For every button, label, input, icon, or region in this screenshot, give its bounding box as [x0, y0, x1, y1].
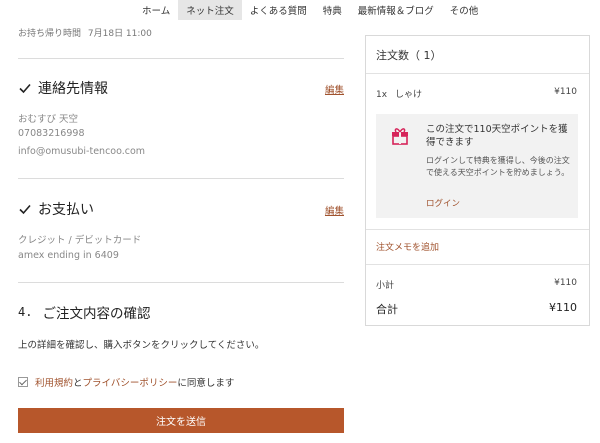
contact-title: 連絡先情報 — [38, 81, 108, 97]
contact-edit-link[interactable]: 編集 — [325, 82, 344, 96]
nav-item-perks[interactable]: 特典 — [315, 0, 350, 20]
divider — [366, 229, 589, 230]
check-icon — [19, 204, 31, 215]
promo-login-link[interactable]: ログイン — [426, 197, 460, 209]
review-instruction: 上の詳細を確認し、購入ボタンをクリックしてください。 — [18, 340, 265, 351]
review-step-number: 4. — [18, 305, 33, 319]
nav-item-online-order[interactable]: ネット注文 — [178, 0, 242, 20]
nav-item-faq[interactable]: よくある質問 — [242, 0, 315, 20]
terms-link[interactable]: 利用規約 — [35, 375, 73, 389]
divider — [18, 282, 344, 283]
order-summary: 注文数（ 1） 1x しゃけ ¥110 この注文で110天空ポイントを獲得できま… — [365, 35, 590, 326]
nav-item-news-blog[interactable]: 最新情報＆ブログ — [350, 0, 442, 20]
total-label: 合計 — [376, 303, 398, 316]
payment-method: クレジット / デビットカード — [18, 235, 142, 246]
contact-email: info@omusubi-tencoo.com — [18, 146, 146, 157]
item-price: ¥110 — [554, 87, 577, 97]
payment-edit-link[interactable]: 編集 — [325, 203, 344, 217]
total-row: 合計 ¥110 — [376, 301, 577, 317]
subtotal-row: 小計 ¥110 — [376, 278, 577, 291]
review-section-title: 4. ご注文内容の確認 — [18, 302, 150, 322]
order-line-item: 1x しゃけ ¥110 — [376, 87, 577, 100]
terms-and-text: と — [73, 378, 83, 389]
nav-item-home[interactable]: ホーム — [134, 0, 178, 20]
submit-order-button[interactable]: 注文を送信 — [18, 408, 344, 433]
divider — [18, 178, 344, 179]
pickup-time-label: お持ち帰り時間 — [18, 29, 82, 39]
promo-body: ログインして特典を獲得し、今後の注文で使える天空ポイントを貯めましょう。 — [426, 156, 570, 177]
promo-title: この注文で110天空ポイントを獲得できます — [426, 124, 568, 148]
payment-section-title: お支払い — [18, 199, 94, 219]
pickup-time: お持ち帰り時間 7月18日 11:00 — [18, 26, 156, 39]
payment-title: お支払い — [38, 202, 94, 218]
contact-section-title: 連絡先情報 — [18, 78, 108, 98]
terms-checkbox[interactable] — [18, 377, 28, 387]
gift-icon — [392, 128, 408, 145]
divider — [18, 58, 344, 59]
item-qty: 1x — [376, 90, 388, 100]
privacy-link[interactable]: プライバシーポリシー — [83, 375, 178, 389]
contact-phone: 07083216998 — [18, 128, 85, 139]
divider — [366, 264, 589, 265]
subtotal-label: 小計 — [376, 281, 395, 291]
total-value: ¥110 — [549, 301, 577, 314]
pickup-time-value: 7月18日 11:00 — [87, 29, 152, 39]
contact-name: おむすび 天空 — [18, 114, 79, 125]
check-icon — [19, 83, 31, 94]
terms-suffix: に同意します — [177, 378, 235, 389]
review-title: ご注文内容の確認 — [42, 306, 151, 322]
top-nav: ホーム ネット注文 よくある質問 特典 最新情報＆ブログ その他 — [134, 0, 486, 20]
order-count: 注文数（ 1） — [376, 49, 442, 62]
payment-card: amex ending in 6409 — [18, 250, 119, 261]
terms-agreement: 利用規約 と プライバシーポリシー に同意します — [18, 375, 234, 389]
add-order-memo-link[interactable]: 注文メモを追加 — [376, 240, 439, 253]
subtotal-value: ¥110 — [554, 278, 577, 288]
divider — [366, 73, 589, 74]
item-name: しゃけ — [394, 90, 422, 100]
points-promo: この注文で110天空ポイントを獲得できます ログインして特典を獲得し、今後の注文… — [376, 114, 578, 218]
nav-item-other[interactable]: その他 — [442, 0, 487, 20]
